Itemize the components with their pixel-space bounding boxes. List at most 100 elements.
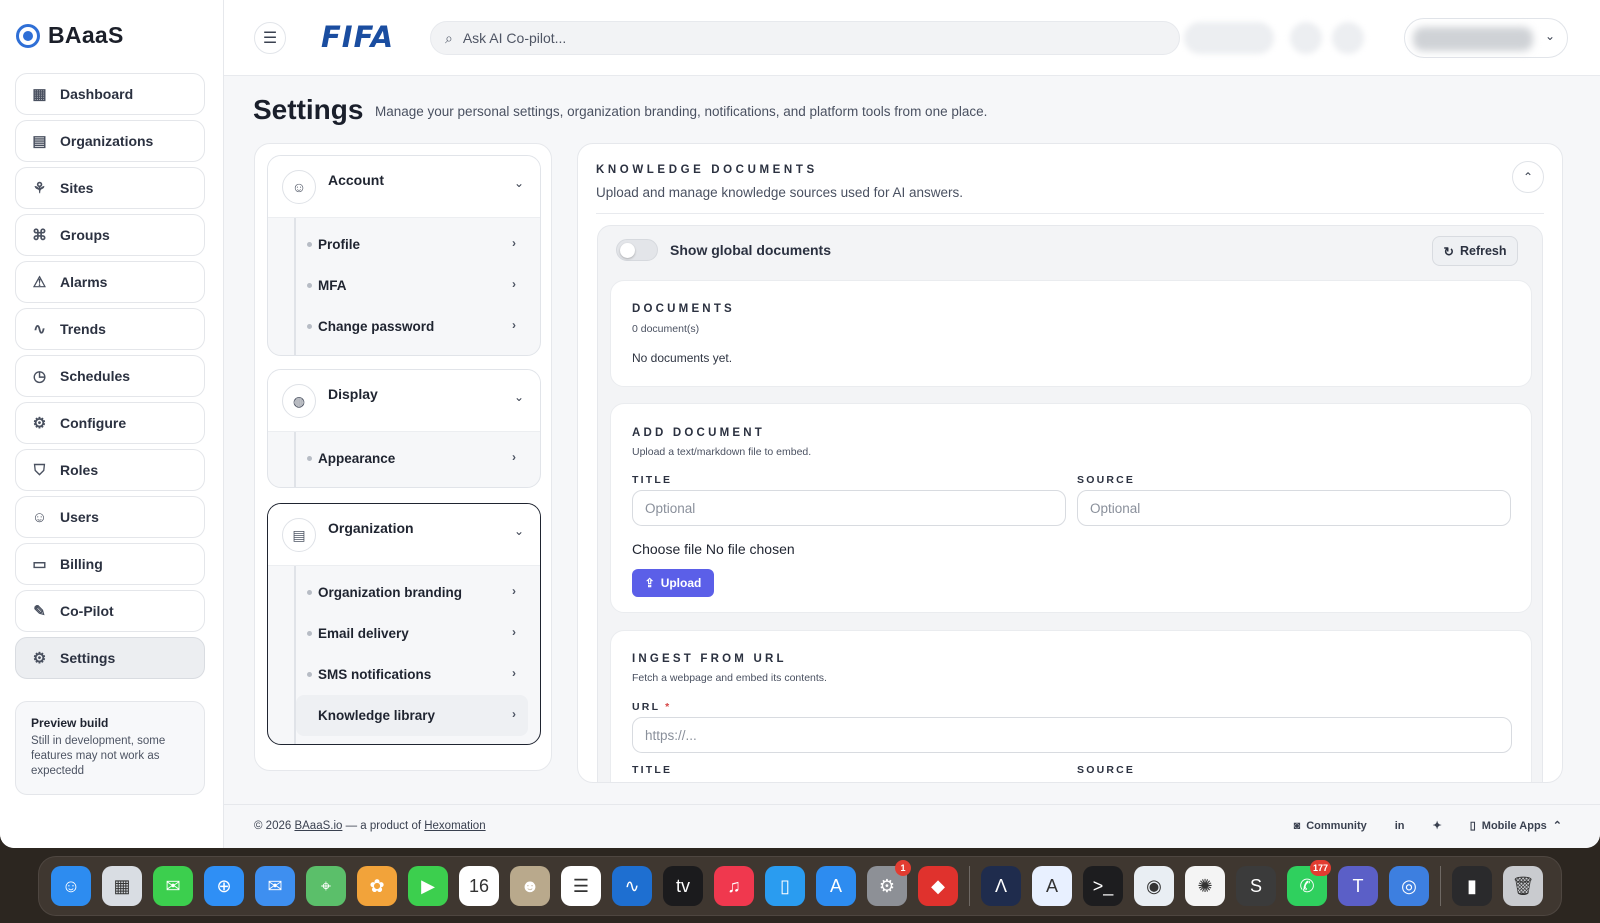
dock-app-music[interactable]: ♫ (714, 866, 754, 906)
settings-icon: ⚙ (32, 650, 47, 667)
dock-app-chatgpt[interactable]: ✺ (1185, 866, 1225, 906)
sidebar-item-organizations[interactable]: ▤ Organizations (15, 120, 205, 162)
knowledge-documents-panel: KNOWLEDGE DOCUMENTS Upload and manage kn… (577, 143, 1563, 783)
sidebar-item-alarms[interactable]: ⚠ Alarms (15, 261, 205, 303)
dock-app-safari[interactable]: ⊕ (204, 866, 244, 906)
sidebar-item-configure[interactable]: ⚙ Configure (15, 402, 205, 444)
user-menu[interactable]: ⌄ (1404, 18, 1568, 58)
music-icon: ♫ (727, 875, 741, 896)
sidebar-item-settings[interactable]: ⚙ Settings (15, 637, 205, 679)
chevron-down-icon: ⌄ (513, 390, 524, 404)
chrome-icon: ◉ (1146, 875, 1162, 896)
whatsapp-icon: ✆ (1299, 875, 1315, 896)
sidebar-item-co-pilot[interactable]: ✎ Co-Pilot (15, 590, 205, 632)
dock-app-app-store[interactable]: A (816, 866, 856, 906)
group-header-display[interactable]: ◍ Display ⌄ (268, 370, 540, 432)
brand[interactable]: BAaaS (16, 22, 124, 49)
dock-app-arc[interactable]: Λ (981, 866, 1021, 906)
dock-app-messages[interactable]: ✉ (153, 866, 193, 906)
dock-app-calendar[interactable]: 16 (459, 866, 499, 906)
preview-title: Preview build (31, 716, 109, 730)
linkedin-link[interactable]: in (1395, 820, 1405, 832)
dock-app-terminal[interactable]: >_ (1083, 866, 1123, 906)
group-header-account[interactable]: ☺ Account ⌄ (268, 156, 540, 218)
settings-item-label: Email delivery (318, 626, 409, 641)
community-link[interactable]: ◙ Community (1294, 820, 1367, 832)
dock-app-chrome[interactable]: ◉ (1134, 866, 1174, 906)
group-title: Display (328, 386, 378, 402)
title-input[interactable] (633, 491, 1065, 525)
dock-app-facetime[interactable]: ▶ (408, 866, 448, 906)
palette-icon: ◍ (282, 384, 316, 418)
settings-item-organization-branding[interactable]: Organization branding › (296, 572, 528, 613)
dock-app-maps[interactable]: ⌖ (306, 866, 346, 906)
dock-app-pdf-app[interactable]: ◆ (918, 866, 958, 906)
dock-app-downloads[interactable]: ▮ (1452, 866, 1492, 906)
sidebar-item-sites[interactable]: ⚘ Sites (15, 167, 205, 209)
dock-app-sublime[interactable]: S (1236, 866, 1276, 906)
sidebar-item-label: Schedules (60, 368, 131, 384)
settings-item-profile[interactable]: Profile › (296, 224, 528, 265)
org-logo[interactable]: FIFA (321, 20, 394, 54)
settings-item-knowledge-library[interactable]: Knowledge library › (296, 695, 528, 736)
dock-app-contacts[interactable]: ☻ (510, 866, 550, 906)
knowledge-content: Show global documents ↻ Refresh DOCUMENT… (597, 225, 1543, 782)
settings-group-display: ◍ Display ⌄ Appearance › (267, 369, 541, 488)
launchpad-icon: ▦ (113, 875, 131, 896)
dock-app-freeform[interactable]: ∿ (612, 866, 652, 906)
sidebar-item-trends[interactable]: ∿ Trends (15, 308, 205, 350)
upload-button[interactable]: ⇪ Upload (632, 569, 714, 597)
dock-app-trash[interactable]: 🗑 (1503, 866, 1543, 906)
building-icon: ▤ (32, 133, 47, 150)
copilot-search[interactable]: ⌕ (430, 21, 1180, 55)
dock-app-finder[interactable]: ☺ (51, 866, 91, 906)
dock-app-teams[interactable]: T (1338, 866, 1378, 906)
dock-app-mail[interactable]: ✉ (255, 866, 295, 906)
mobile-apps-menu[interactable]: ▯ Mobile Apps ⌃ (1470, 819, 1562, 833)
preview-build-notice: Preview build Still in development, some… (15, 701, 205, 795)
sidebar-item-groups[interactable]: ⌘ Groups (15, 214, 205, 256)
settings-item-email-delivery[interactable]: Email delivery › (296, 613, 528, 654)
dock-app-tv[interactable]: tv (663, 866, 703, 906)
collapse-button[interactable]: ⌃ (1512, 161, 1544, 193)
settings-item-mfa[interactable]: MFA › (296, 265, 528, 306)
dock-app-photos[interactable]: ✿ (357, 866, 397, 906)
sidebar-item-users[interactable]: ☺ Users (15, 496, 205, 538)
settings-item-sms-notifications[interactable]: SMS notifications › (296, 654, 528, 695)
url-field[interactable] (632, 717, 1512, 753)
site-link[interactable]: BAaaS.io (294, 820, 342, 832)
twitter-link[interactable]: ✦ (1433, 819, 1442, 832)
file-chooser[interactable]: Choose file No file chosen (632, 541, 795, 557)
dock-app-keynote[interactable]: ▯ (765, 866, 805, 906)
menu-toggle-button[interactable]: ☰ (254, 22, 286, 54)
sidebar-item-billing[interactable]: ▭ Billing (15, 543, 205, 585)
search-input[interactable] (462, 30, 1063, 46)
title-field[interactable] (632, 490, 1066, 526)
sidebar-item-schedules[interactable]: ◷ Schedules (15, 355, 205, 397)
dock-app-silhouette[interactable]: ◎ (1389, 866, 1429, 906)
url-label-text: URL (632, 701, 660, 713)
settings-item-appearance[interactable]: Appearance › (296, 438, 528, 479)
sidebar-item-dashboard[interactable]: ▦ Dashboard (15, 73, 205, 115)
refresh-label: Refresh (1459, 244, 1507, 258)
sidebar-item-roles[interactable]: ⛉ Roles (15, 449, 205, 491)
url-input[interactable] (633, 718, 1511, 752)
required-marker: * (665, 701, 672, 713)
dock-app-reminders[interactable]: ☰ (561, 866, 601, 906)
company-link[interactable]: Hexomation (424, 820, 485, 832)
chevron-right-icon: › (512, 236, 516, 250)
brand-name: BAaaS (48, 22, 124, 48)
dock-app-xcode-tools[interactable]: A (1032, 866, 1072, 906)
dock-app-launchpad[interactable]: ▦ (102, 866, 142, 906)
discord-icon: ◙ (1293, 819, 1301, 832)
show-global-documents-toggle[interactable] (616, 239, 658, 261)
group-header-organization[interactable]: ▤ Organization ⌄ (268, 504, 540, 566)
dock-app-system-settings[interactable]: ⚙ 1 (867, 860, 911, 906)
dock-app-whatsapp[interactable]: ✆ 177 (1287, 860, 1331, 906)
settings-item-change-password[interactable]: Change password › (296, 306, 528, 347)
source-field[interactable] (1077, 490, 1511, 526)
users-icon: ☺ (31, 508, 48, 526)
refresh-button[interactable]: ↻ Refresh (1432, 236, 1518, 266)
photos-icon: ✿ (369, 875, 385, 896)
source-input[interactable] (1078, 491, 1510, 525)
